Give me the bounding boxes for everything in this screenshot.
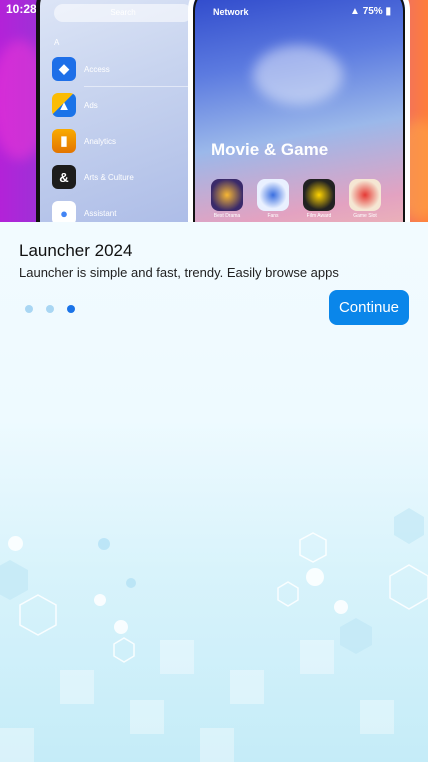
- battery-percent: 75%: [362, 6, 383, 17]
- bg-bubble: [306, 568, 324, 586]
- home-app: Film Award: [303, 179, 335, 219]
- home-app-label: Film Award: [306, 213, 332, 219]
- home-app-label: Best Drama: [213, 213, 241, 219]
- drawer-app-label: Ads: [84, 100, 98, 110]
- bg-bubble: [94, 594, 106, 606]
- decorative-background: [0, 500, 428, 762]
- arts-culture-icon: &: [52, 165, 76, 189]
- film-award-icon: [303, 179, 335, 211]
- best-drama-icon: [211, 179, 243, 211]
- home-app: Game Slot: [349, 179, 381, 219]
- home-app-label: Game Slot: [353, 213, 377, 219]
- hexagon-pattern: [0, 508, 428, 663]
- home-section-title: Movie & Game: [211, 140, 329, 159]
- network-label: Network: [213, 7, 249, 17]
- drawer-app-row: ◆ Access: [52, 56, 110, 82]
- bg-bubble: [114, 620, 128, 634]
- assistant-icon: ●: [52, 201, 76, 222]
- page-indicator: [25, 305, 75, 313]
- bg-bubble: [98, 538, 110, 550]
- drawer-app-label: Access: [84, 64, 110, 74]
- preview-phone-app-drawer: Search A ◆ Access ▲ Ads ▮ Analytics & Ar…: [36, 0, 204, 222]
- ads-icon: ▲: [52, 93, 76, 117]
- home-app: Best Drama: [211, 179, 243, 219]
- onboarding-title: Launcher 2024: [19, 241, 133, 260]
- drawer-app-row: ▮ Analytics: [52, 128, 116, 154]
- hero-banner: 10:28 Search A ◆ Access ▲ Ads ▮ Analytic…: [0, 0, 428, 222]
- onboarding-subtitle: Launcher is simple and fast, trendy. Eas…: [19, 265, 339, 280]
- home-app-label: Fans: [267, 213, 279, 219]
- drawer-app-row: ▲ Ads: [52, 92, 98, 118]
- drawer-divider: [84, 86, 194, 87]
- signal-icon: ▲: [350, 6, 360, 17]
- fans-icon: [257, 179, 289, 211]
- drawer-app-label: Assistant: [84, 208, 117, 218]
- battery-icon: ▮: [385, 6, 391, 17]
- page-dot[interactable]: [25, 305, 33, 313]
- drawer-app-label: Analytics: [84, 136, 117, 146]
- status-time: 10:28: [6, 2, 37, 16]
- status-indicators: ▲ 75% ▮: [350, 6, 391, 17]
- page-dot[interactable]: [46, 305, 54, 313]
- game-slot-icon: [349, 179, 381, 211]
- wallpaper-glow: [253, 45, 343, 105]
- page-dot-active[interactable]: [67, 305, 75, 313]
- home-app: Fans: [257, 179, 289, 219]
- drawer-search-pill: Search: [54, 4, 192, 22]
- home-app-row: Best Drama Fans Film Award Game Slot: [211, 179, 381, 219]
- bg-bubble: [8, 536, 23, 551]
- drawer-app-row: ● Assistant: [52, 200, 116, 222]
- drawer-app-row: & Arts & Culture: [52, 164, 134, 190]
- analytics-icon: ▮: [52, 129, 76, 153]
- continue-button[interactable]: Continue: [329, 290, 409, 325]
- access-icon: ◆: [52, 57, 76, 81]
- drawer-index-letter: A: [54, 38, 60, 47]
- bg-bubble: [126, 578, 136, 588]
- drawer-app-label: Arts & Culture: [84, 172, 134, 182]
- bg-bubble: [334, 600, 348, 614]
- preview-phone-home: Network ▲ 75% ▮ Movie & Game Best Drama …: [188, 0, 410, 222]
